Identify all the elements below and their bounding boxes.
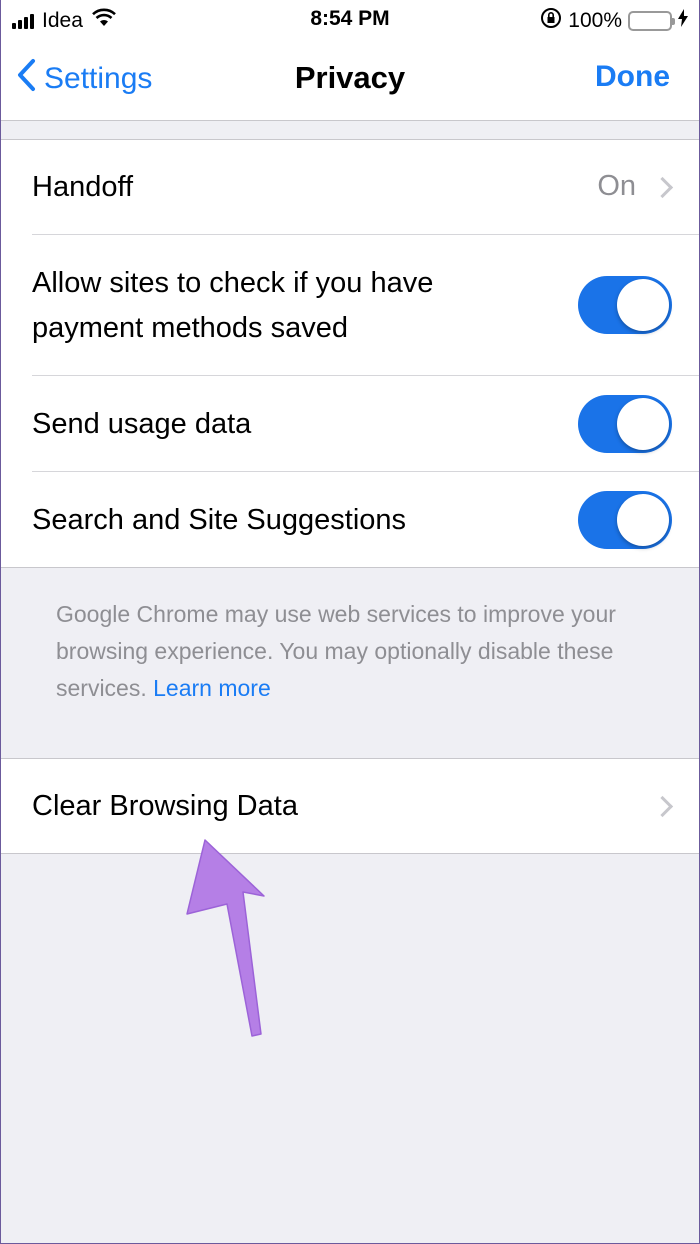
toggle-knob: [617, 494, 669, 546]
clear-browsing-data-label: Clear Browsing Data: [32, 790, 298, 822]
handoff-label: Handoff: [32, 171, 134, 203]
status-right: 100%: [540, 7, 688, 35]
chevron-right-icon: [651, 176, 674, 199]
learn-more-link[interactable]: Learn more: [153, 675, 271, 701]
privacy-settings-group: Handoff On Allow sites to check if you h…: [0, 139, 700, 568]
usage-data-row: Send usage data: [32, 376, 700, 472]
handoff-value: On: [597, 170, 636, 202]
privacy-footer-note: Google Chrome may use web services to im…: [56, 596, 656, 707]
usage-data-label: Send usage data: [32, 408, 252, 440]
navigation-bar: Settings Privacy Done: [0, 40, 700, 121]
usage-data-toggle[interactable]: [578, 395, 672, 453]
payment-methods-row: Allow sites to check if you have payment…: [32, 235, 700, 376]
toggle-knob: [617, 398, 669, 450]
chevron-right-icon: [651, 795, 674, 818]
clear-data-group: Clear Browsing Data: [0, 758, 700, 854]
handoff-row[interactable]: Handoff On: [32, 140, 700, 235]
footer-text: Google Chrome may use web services to im…: [56, 601, 616, 701]
suggestions-label: Search and Site Suggestions: [32, 504, 407, 536]
toggle-knob: [617, 279, 669, 331]
status-bar: Idea 8:54 PM 100%: [0, 0, 700, 40]
clear-browsing-data-row[interactable]: Clear Browsing Data: [32, 759, 700, 853]
done-button[interactable]: Done: [595, 60, 670, 94]
rotation-lock-icon: [540, 7, 562, 35]
payment-methods-toggle[interactable]: [578, 276, 672, 334]
battery-icon: [628, 11, 675, 31]
suggestions-row: Search and Site Suggestions: [32, 472, 700, 567]
payment-methods-label-line1: Allow sites to check if you have: [32, 267, 434, 299]
payment-methods-label-line2: payment methods saved: [32, 312, 348, 344]
suggestions-toggle[interactable]: [578, 491, 672, 549]
charging-bolt-icon: [678, 9, 688, 33]
annotation-arrow-icon: [180, 838, 280, 1053]
battery-percent: 100%: [568, 9, 622, 32]
